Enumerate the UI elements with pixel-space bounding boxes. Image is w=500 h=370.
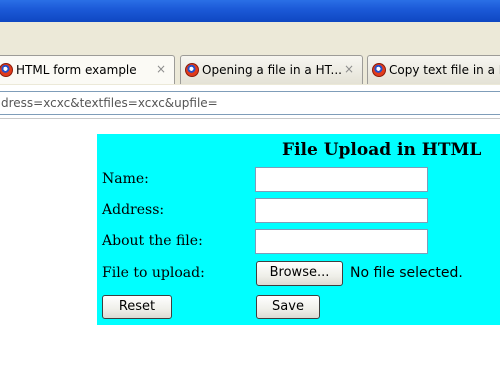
tab-opening-a-file[interactable]: Opening a file in a HT... × [180, 55, 363, 84]
tab-label: Opening a file in a HT... [202, 63, 342, 77]
tab-label: HTML form example [16, 63, 137, 77]
reset-button[interactable]: Reset [102, 295, 172, 319]
about-file-field[interactable] [255, 229, 428, 254]
tab-strip: HTML form example × Opening a file in a … [0, 52, 500, 86]
save-button[interactable]: Save [256, 295, 320, 319]
browse-button[interactable]: Browse... [256, 261, 343, 286]
file-upload-form: File Upload in HTML Name: Address: About… [97, 134, 500, 325]
form-title: File Upload in HTML [282, 140, 482, 160]
tab-label: Copy text file in a H [389, 63, 500, 77]
about-file-label: About the file: [102, 233, 203, 249]
tab-copy-text-file[interactable]: Copy text file in a H [367, 55, 500, 84]
browser-favicon-icon [0, 63, 13, 77]
address-field[interactable] [255, 198, 428, 223]
tab-close-icon[interactable]: × [344, 62, 354, 76]
window-title-bar [0, 0, 500, 22]
file-status-text: No file selected. [350, 265, 463, 281]
name-field[interactable] [255, 167, 428, 192]
browser-favicon-icon [372, 63, 386, 77]
address-bar-row: dress=xcxc&textfiles=xcxc&upfile= [0, 85, 500, 117]
tab-close-icon[interactable]: × [156, 62, 166, 76]
page-content: File Upload in HTML Name: Address: About… [0, 119, 500, 370]
browser-favicon-icon [185, 63, 199, 77]
tab-html-form-example[interactable]: HTML form example × [0, 55, 175, 84]
address-label: Address: [102, 202, 165, 218]
browser-window: HTML form example × Opening a file in a … [0, 0, 500, 370]
toolbar-band [0, 22, 500, 52]
name-label: Name: [102, 171, 149, 187]
address-bar[interactable]: dress=xcxc&textfiles=xcxc&upfile= [0, 91, 500, 115]
file-to-upload-label: File to upload: [102, 265, 205, 281]
